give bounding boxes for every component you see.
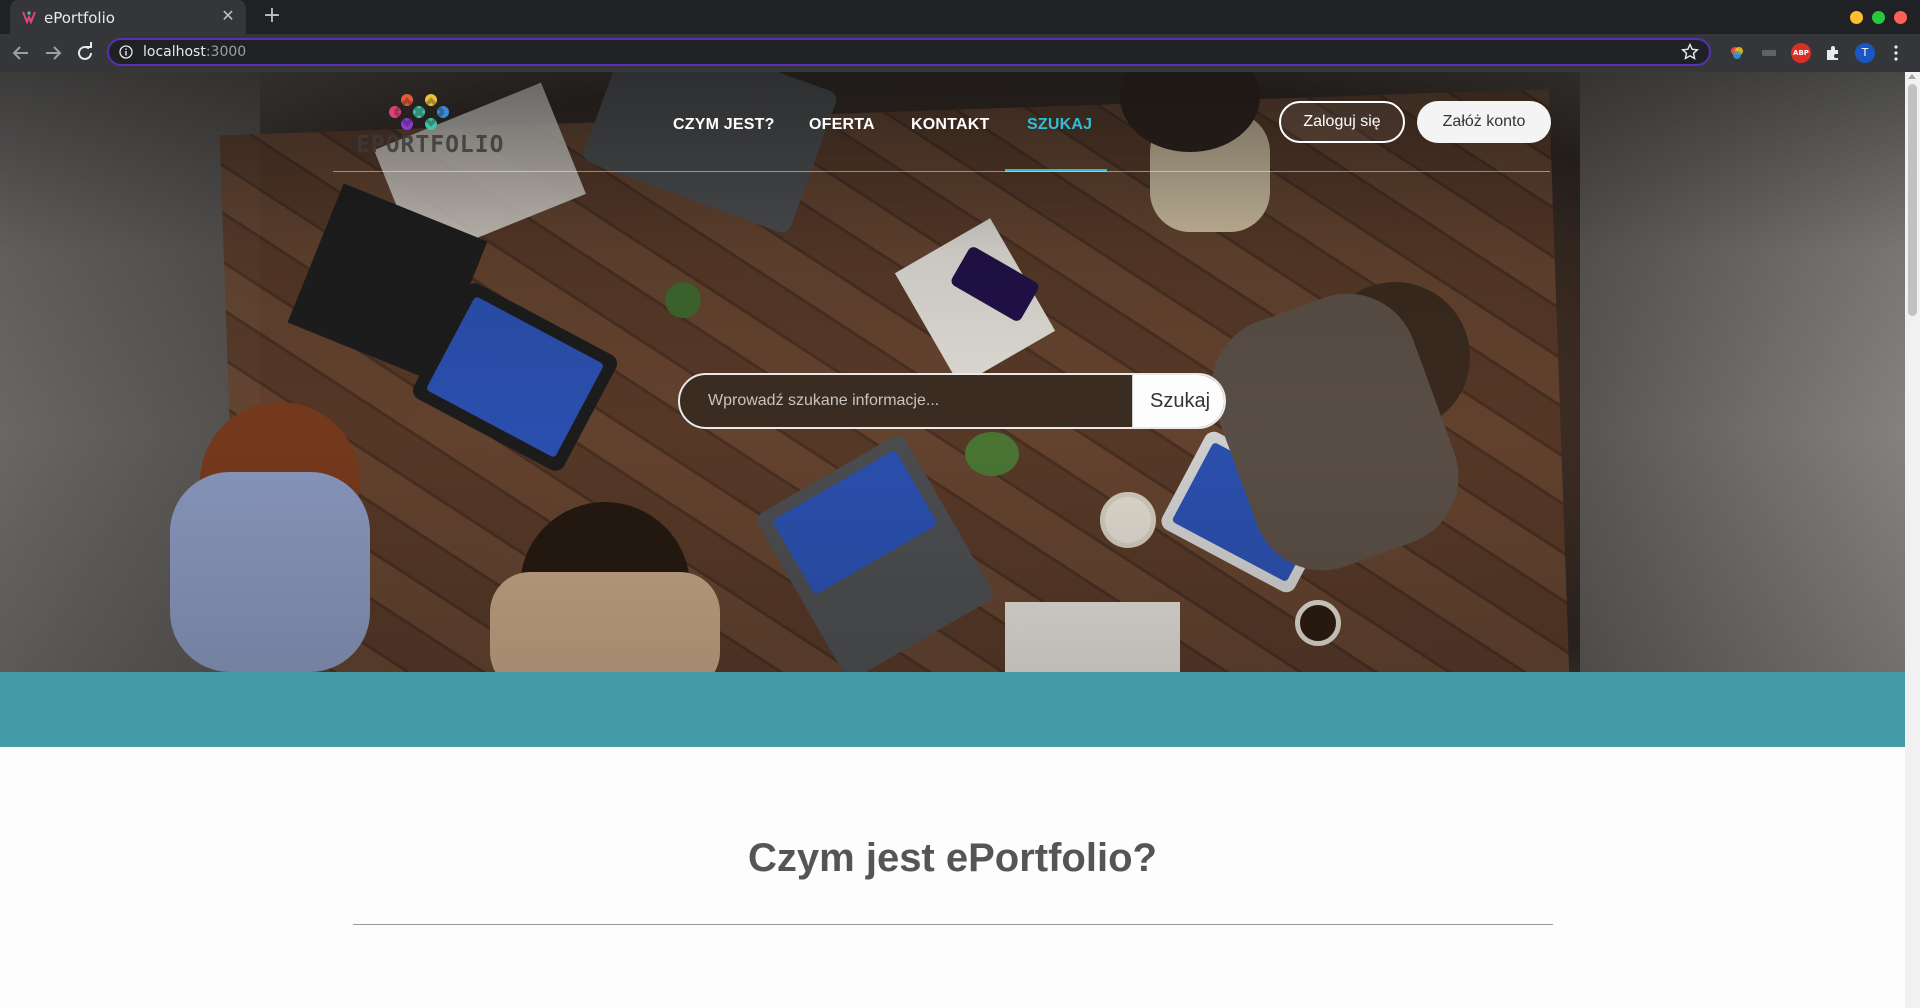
address-bar[interactable]: localhost:3000 bbox=[107, 38, 1711, 66]
eportfolio-favicon-icon bbox=[22, 11, 36, 24]
extensions-puzzle-icon[interactable] bbox=[1823, 43, 1843, 63]
tab-title: ePortfolio bbox=[44, 9, 115, 27]
nav-link-szukaj[interactable]: SZUKAJ bbox=[1027, 116, 1092, 134]
minimize-window-button[interactable] bbox=[1850, 11, 1863, 24]
page-viewport: EPORTFOLIO CZYM JEST? OFERTA KONTAKT SZU… bbox=[0, 72, 1905, 1008]
site-info-icon[interactable] bbox=[119, 45, 133, 59]
signup-button[interactable]: Załóż konto bbox=[1417, 101, 1551, 143]
url-text[interactable]: localhost:3000 bbox=[143, 44, 246, 60]
url-port: :3000 bbox=[205, 44, 247, 60]
header-divider bbox=[333, 171, 1550, 172]
nav-link-oferta[interactable]: OFERTA bbox=[809, 116, 875, 134]
section-divider bbox=[353, 924, 1553, 925]
back-arrow-icon[interactable] bbox=[9, 41, 33, 65]
forward-arrow-icon[interactable] bbox=[41, 41, 65, 65]
bookmark-star-icon[interactable] bbox=[1681, 43, 1699, 61]
url-host: localhost bbox=[143, 44, 206, 60]
browser-tab-bar: ePortfolio ✕ + bbox=[0, 0, 1920, 34]
scroll-up-icon[interactable] bbox=[1908, 74, 1916, 79]
profile-avatar[interactable]: T bbox=[1855, 43, 1875, 63]
keyboard-extension-icon[interactable] bbox=[1759, 43, 1779, 63]
maximize-window-button[interactable] bbox=[1872, 11, 1885, 24]
page-scrollbar[interactable] bbox=[1905, 72, 1920, 1008]
section-title: Czym jest ePortfolio? bbox=[748, 836, 1157, 880]
reload-icon[interactable] bbox=[73, 41, 97, 65]
browser-toolbar: localhost:3000 ABP T bbox=[0, 34, 1920, 72]
adblock-extension-icon[interactable]: ABP bbox=[1791, 43, 1811, 63]
search-button[interactable]: Szukaj bbox=[1132, 375, 1224, 427]
nav-link-kontakt[interactable]: KONTAKT bbox=[911, 116, 989, 134]
browser-tab[interactable]: ePortfolio ✕ bbox=[10, 0, 246, 34]
search-input[interactable] bbox=[680, 375, 1132, 427]
login-button[interactable]: Zaloguj się bbox=[1279, 101, 1405, 143]
browser-menu-icon[interactable] bbox=[1886, 43, 1906, 63]
hero-section: EPORTFOLIO CZYM JEST? OFERTA KONTAKT SZU… bbox=[0, 72, 1905, 672]
close-window-button[interactable] bbox=[1894, 11, 1907, 24]
color-extension-icon[interactable] bbox=[1727, 43, 1747, 63]
tab-close-icon[interactable]: ✕ bbox=[218, 6, 238, 26]
new-tab-button[interactable]: + bbox=[260, 4, 284, 28]
scrollbar-thumb[interactable] bbox=[1908, 84, 1917, 316]
teal-band bbox=[0, 672, 1905, 747]
search-form: Szukaj bbox=[678, 373, 1226, 429]
nav-link-czym-jest[interactable]: CZYM JEST? bbox=[673, 116, 775, 134]
main-navigation: CZYM JEST? OFERTA KONTAKT SZUKAJ Zaloguj… bbox=[0, 72, 1905, 172]
